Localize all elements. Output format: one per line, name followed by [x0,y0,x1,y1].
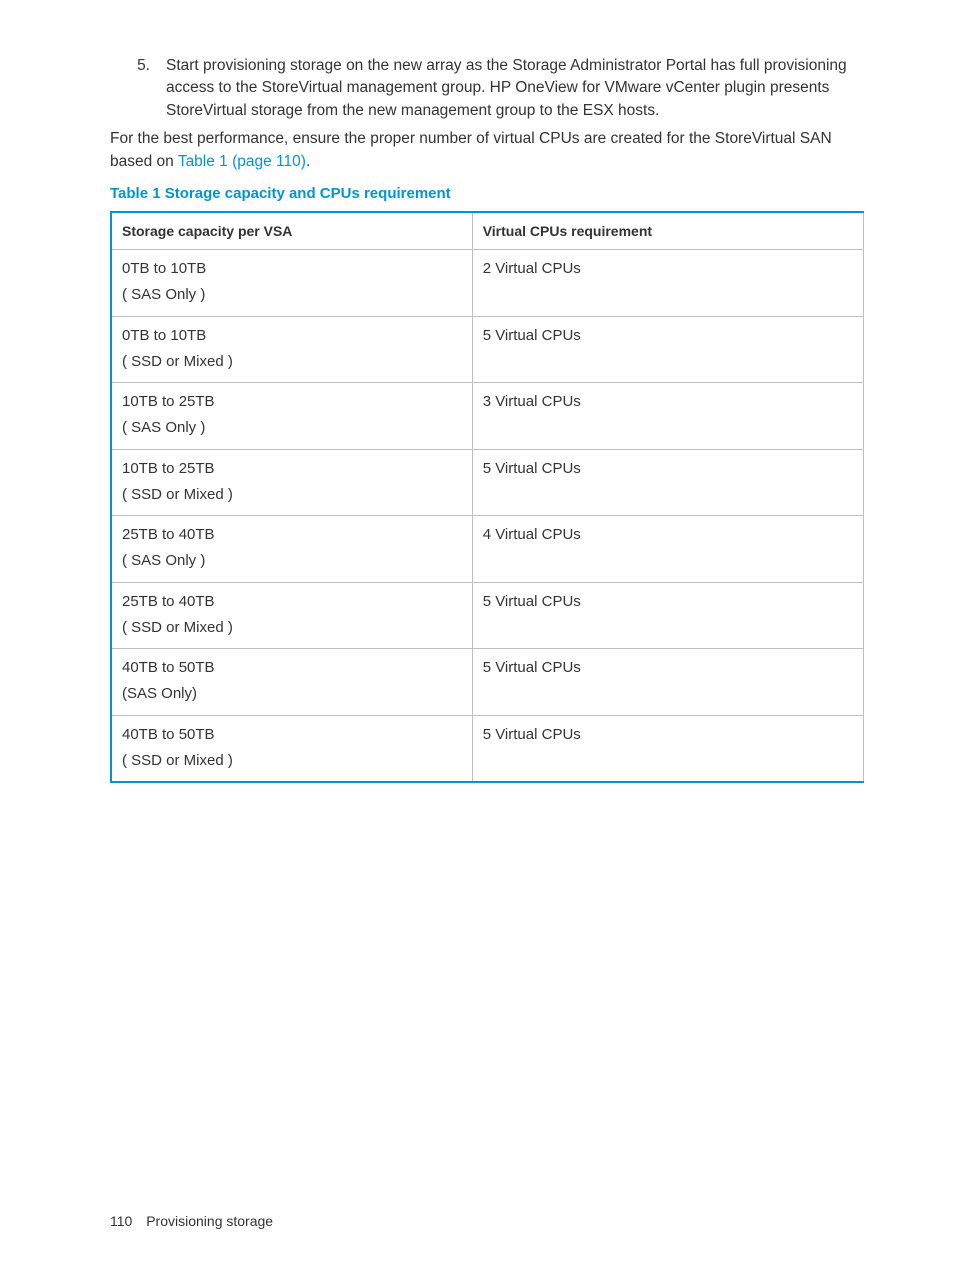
capacity-cell: 10TB to 25TB ( SAS Only ) [111,383,472,450]
capacity-cell: 40TB to 50TB ( SSD or Mixed ) [111,715,472,782]
capacity-range: 25TB to 40TB [122,591,462,613]
capacity-type: ( SAS Only ) [122,550,462,572]
capacity-range: 0TB to 10TB [122,325,462,347]
cpu-cell: 3 Virtual CPUs [472,383,863,450]
capacity-type: ( SSD or Mixed ) [122,617,462,639]
capacity-range: 25TB to 40TB [122,524,462,546]
capacity-range: 0TB to 10TB [122,258,462,280]
page-footer: 110 Provisioning storage [110,1211,273,1231]
table-row: 0TB to 10TB ( SSD or Mixed ) 5 Virtual C… [111,316,864,383]
table-row: 10TB to 25TB ( SSD or Mixed ) 5 Virtual … [111,449,864,516]
capacity-cell: 25TB to 40TB ( SAS Only ) [111,516,472,583]
body-paragraph: For the best performance, ensure the pro… [110,128,864,173]
section-title: Provisioning storage [146,1213,273,1229]
cpu-cell: 5 Virtual CPUs [472,715,863,782]
table-row: 10TB to 25TB ( SAS Only ) 3 Virtual CPUs [111,383,864,450]
cpu-cell: 5 Virtual CPUs [472,582,863,649]
capacity-cell: 0TB to 10TB ( SAS Only ) [111,250,472,317]
capacity-cell: 0TB to 10TB ( SSD or Mixed ) [111,316,472,383]
page-number: 110 [110,1213,132,1229]
table-row: 25TB to 40TB ( SSD or Mixed ) 5 Virtual … [111,582,864,649]
table-row: 25TB to 40TB ( SAS Only ) 4 Virtual CPUs [111,516,864,583]
cpu-cell: 5 Virtual CPUs [472,449,863,516]
capacity-range: 40TB to 50TB [122,724,462,746]
ordered-list-item: 5. Start provisioning storage on the new… [110,55,864,122]
capacity-type: ( SAS Only ) [122,417,462,439]
list-item-body: Start provisioning storage on the new ar… [166,55,864,122]
capacity-cell: 40TB to 50TB (SAS Only) [111,649,472,716]
capacity-cell: 25TB to 40TB ( SSD or Mixed ) [111,582,472,649]
cpu-cell: 5 Virtual CPUs [472,649,863,716]
table-reference-link[interactable]: Table 1 (page 110) [178,153,306,170]
paragraph-text-post: . [306,153,310,170]
table-header-cpus: Virtual CPUs requirement [472,212,863,250]
cpu-cell: 4 Virtual CPUs [472,516,863,583]
table-row: 0TB to 10TB ( SAS Only ) 2 Virtual CPUs [111,250,864,317]
capacity-type: (SAS Only) [122,683,462,705]
table-caption: Table 1 Storage capacity and CPUs requir… [110,183,864,205]
capacity-range: 10TB to 25TB [122,391,462,413]
document-page: 5. Start provisioning storage on the new… [0,0,954,1271]
requirements-table: Storage capacity per VSA Virtual CPUs re… [110,211,864,783]
capacity-type: ( SSD or Mixed ) [122,750,462,772]
list-item-number: 5. [110,55,166,122]
table-header-capacity: Storage capacity per VSA [111,212,472,250]
table-row: 40TB to 50TB ( SSD or Mixed ) 5 Virtual … [111,715,864,782]
capacity-range: 10TB to 25TB [122,458,462,480]
capacity-type: ( SSD or Mixed ) [122,351,462,373]
cpu-cell: 2 Virtual CPUs [472,250,863,317]
capacity-type: ( SAS Only ) [122,284,462,306]
capacity-cell: 10TB to 25TB ( SSD or Mixed ) [111,449,472,516]
table-header-row: Storage capacity per VSA Virtual CPUs re… [111,212,864,250]
cpu-cell: 5 Virtual CPUs [472,316,863,383]
capacity-type: ( SSD or Mixed ) [122,484,462,506]
capacity-range: 40TB to 50TB [122,657,462,679]
table-row: 40TB to 50TB (SAS Only) 5 Virtual CPUs [111,649,864,716]
